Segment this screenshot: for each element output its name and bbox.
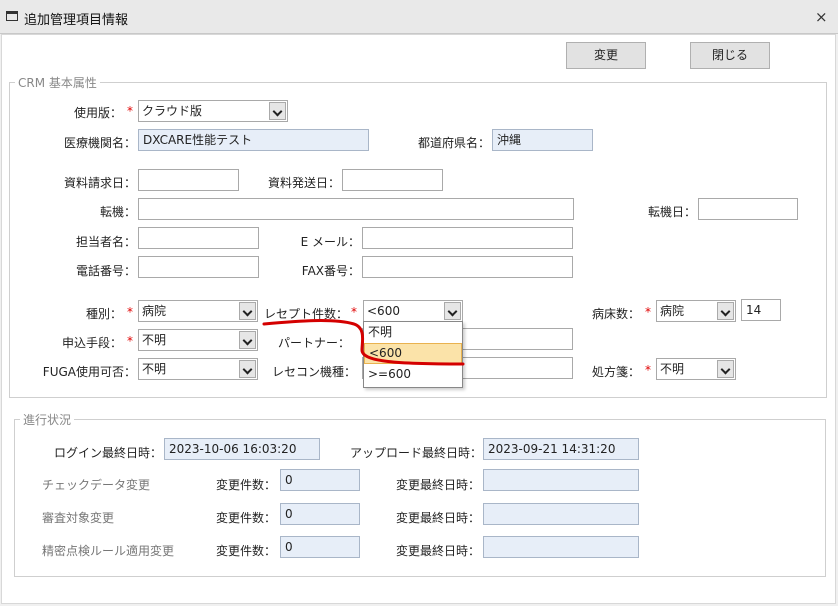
chevron-down-icon bbox=[717, 302, 734, 320]
prescription-select[interactable]: 不明 bbox=[656, 358, 736, 380]
chevron-down-icon bbox=[239, 331, 256, 349]
annotation-underline bbox=[262, 319, 465, 366]
login-field[interactable]: 2023-10-06 16:03:20 bbox=[164, 438, 320, 460]
phone-field[interactable] bbox=[138, 256, 259, 278]
chevron-down-icon bbox=[269, 102, 286, 120]
crm-legend: CRM 基本属性 bbox=[15, 74, 100, 91]
staff-field[interactable] bbox=[138, 227, 259, 249]
staff-label: 担当者名： bbox=[75, 235, 136, 249]
beds-select[interactable]: 病院 bbox=[656, 300, 736, 322]
apply-select[interactable]: 不明 bbox=[138, 329, 258, 351]
beds-count-field[interactable]: 14 bbox=[741, 299, 781, 321]
doc-send-field[interactable] bbox=[342, 169, 443, 191]
progress-count-label: 変更件数： bbox=[215, 544, 276, 558]
email-field[interactable] bbox=[362, 227, 573, 249]
apply-value: 不明 bbox=[142, 333, 167, 347]
chevron-down-icon bbox=[717, 360, 734, 378]
progress-row-name: 審査対象変更 bbox=[42, 511, 115, 525]
window-title: 追加管理項目情報 bbox=[24, 13, 129, 28]
fuga-select[interactable]: 不明 bbox=[138, 358, 258, 380]
usage-label: 使用版： bbox=[73, 106, 122, 120]
login-label: ログイン最終日時： bbox=[53, 446, 162, 460]
fax-label: FAX番号： bbox=[301, 264, 360, 278]
progress-count-field[interactable]: 0 bbox=[280, 503, 360, 525]
fuga-value: 不明 bbox=[142, 362, 167, 376]
upload-field[interactable]: 2023-09-21 14:31:20 bbox=[483, 438, 639, 460]
transfer-date-field[interactable] bbox=[698, 198, 798, 220]
beds-required: * bbox=[645, 305, 651, 319]
chevron-down-icon bbox=[239, 302, 256, 320]
progress-date-field[interactable] bbox=[483, 536, 639, 558]
change-button[interactable]: 変更 bbox=[566, 42, 646, 69]
progress-date-field[interactable] bbox=[483, 503, 639, 525]
prescription-required: * bbox=[645, 363, 651, 377]
progress-count-label: 変更件数： bbox=[215, 478, 276, 492]
type-required: * bbox=[127, 305, 133, 319]
transfer-date-label: 転機日： bbox=[647, 205, 696, 219]
transfer-field[interactable] bbox=[138, 198, 574, 220]
progress-count-field[interactable]: 0 bbox=[280, 469, 360, 491]
progress-count-field[interactable]: 0 bbox=[280, 536, 360, 558]
doc-send-label: 資料発送日： bbox=[267, 176, 340, 190]
institution-field[interactable]: DXCARE性能テスト bbox=[138, 129, 369, 151]
progress-row-name: 精密点検ルール適用変更 bbox=[42, 544, 175, 558]
progress-row-name: チェックデータ変更 bbox=[42, 478, 151, 492]
progress-count-label: 変更件数： bbox=[215, 511, 276, 525]
usage-required: * bbox=[127, 104, 133, 118]
close-button[interactable]: 閉じる bbox=[690, 42, 770, 69]
fuga-label: FUGA使用可否： bbox=[42, 365, 136, 379]
prescription-label: 処方箋： bbox=[591, 365, 640, 379]
progress-date-label: 変更最終日時： bbox=[395, 511, 480, 525]
type-select[interactable]: 病院 bbox=[138, 300, 258, 322]
apply-required: * bbox=[127, 334, 133, 348]
title-bar: 追加管理項目情報 × bbox=[0, 0, 838, 34]
type-value: 病院 bbox=[142, 304, 167, 318]
upload-label: アップロード最終日時： bbox=[349, 446, 482, 460]
apply-label: 申込手段： bbox=[61, 336, 122, 350]
chevron-down-icon bbox=[239, 360, 256, 378]
close-icon[interactable]: × bbox=[815, 8, 828, 26]
window-icon bbox=[6, 11, 18, 21]
progress-date-field[interactable] bbox=[483, 469, 639, 491]
usage-value: クラウド版 bbox=[142, 104, 203, 118]
prescription-value: 不明 bbox=[660, 362, 685, 376]
institution-label: 医療機関名： bbox=[63, 136, 136, 150]
beds-label: 病床数： bbox=[591, 307, 640, 321]
progress-date-label: 変更最終日時： bbox=[395, 478, 480, 492]
doc-request-field[interactable] bbox=[138, 169, 239, 191]
prefecture-label: 都道府県名： bbox=[417, 136, 490, 150]
progress-legend: 進行状況 bbox=[20, 411, 75, 428]
fax-field[interactable] bbox=[362, 256, 573, 278]
transfer-label: 転機： bbox=[99, 205, 136, 219]
email-label: E メール： bbox=[300, 235, 360, 249]
usage-select[interactable]: クラウド版 bbox=[138, 100, 288, 122]
progress-date-label: 変更最終日時： bbox=[395, 544, 480, 558]
type-label: 種別： bbox=[85, 307, 122, 321]
doc-request-label: 資料請求日： bbox=[63, 176, 136, 190]
prefecture-field[interactable]: 沖縄 bbox=[492, 129, 593, 151]
phone-label: 電話番号： bbox=[75, 264, 136, 278]
beds-value: 病院 bbox=[660, 304, 685, 318]
